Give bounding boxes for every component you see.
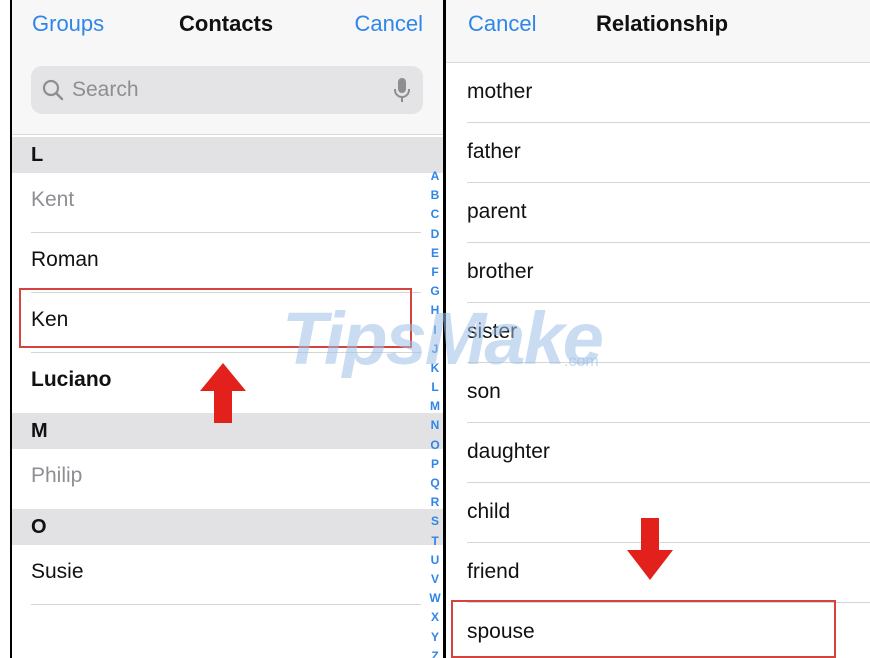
svg-text:.com: .com (564, 353, 599, 370)
groups-button[interactable]: Groups (32, 11, 104, 37)
down-arrow-icon (627, 518, 673, 580)
row-separator (31, 604, 421, 605)
svg-text:TipsMake: TipsMake (282, 298, 603, 378)
search-placeholder: Search (72, 78, 139, 101)
relationship-label: son (467, 380, 501, 403)
contact-row-philip[interactable]: Philip (12, 449, 443, 508)
index-letter-f[interactable]: F (427, 263, 443, 282)
index-letter-u[interactable]: U (427, 551, 443, 570)
index-letter-y[interactable]: Y (427, 628, 443, 647)
relationship-title: Relationship (596, 11, 729, 36)
section-letter: M (31, 420, 48, 442)
relationship-label: daughter (467, 440, 550, 463)
contact-name: Susie (31, 560, 84, 583)
contact-name: Kent (31, 188, 75, 211)
relationship-cancel-button[interactable]: Cancel (468, 11, 536, 37)
index-letter-v[interactable]: V (427, 570, 443, 589)
section-header-l: L (12, 137, 443, 173)
contact-name: Philip (31, 464, 83, 487)
index-letter-z[interactable]: Z (427, 647, 443, 658)
index-letter-w[interactable]: W (427, 589, 443, 608)
index-letter-o[interactable]: O (427, 436, 443, 455)
relationship-nav-bar: Cancel Relationship (446, 0, 870, 63)
index-letter-n[interactable]: N (427, 416, 443, 435)
index-letter-t[interactable]: T (427, 532, 443, 551)
index-letter-x[interactable]: X (427, 608, 443, 627)
index-letter-q[interactable]: Q (427, 474, 443, 493)
up-arrow-icon (200, 363, 246, 423)
relationship-item-father[interactable]: father (446, 123, 870, 183)
contacts-cancel-button[interactable]: Cancel (355, 11, 423, 37)
spouse-highlight-box (451, 600, 836, 658)
search-area: Search (12, 52, 443, 135)
watermark-logo: TipsMake .com (282, 298, 605, 378)
index-letter-a[interactable]: A (427, 167, 443, 186)
contact-row-susie[interactable]: Susie (12, 545, 443, 604)
index-letter-d[interactable]: D (427, 225, 443, 244)
section-letter: O (31, 516, 47, 538)
alphabet-index[interactable]: ABCDEFGHIJKLMNOPQRSTUVWXYZ (427, 167, 443, 658)
index-letter-l[interactable]: L (427, 378, 443, 397)
relationship-label: mother (467, 80, 533, 103)
relationship-label: father (467, 140, 521, 163)
search-input[interactable]: Search (31, 66, 423, 114)
relationship-label: friend (467, 560, 520, 583)
relationship-label: brother (467, 260, 534, 283)
contact-row-roman[interactable]: Roman (12, 233, 443, 292)
relationship-item-mother[interactable]: mother (446, 63, 870, 123)
relationship-label: child (467, 500, 511, 523)
search-icon (42, 79, 64, 101)
contact-row-kent[interactable]: Kent (12, 173, 443, 232)
section-letter: L (31, 144, 44, 166)
relationship-item-parent[interactable]: parent (446, 183, 870, 243)
contact-name: Luciano (31, 368, 112, 391)
index-letter-b[interactable]: B (427, 186, 443, 205)
index-letter-e[interactable]: E (427, 244, 443, 263)
relationship-item-brother[interactable]: brother (446, 243, 870, 303)
contacts-nav-bar: Groups Contacts Cancel (12, 0, 443, 52)
index-letter-c[interactable]: C (427, 205, 443, 224)
index-letter-s[interactable]: S (427, 512, 443, 531)
microphone-icon[interactable] (393, 77, 411, 103)
contacts-title: Contacts (179, 11, 274, 36)
section-header-o: O (12, 509, 443, 545)
contact-name: Roman (31, 248, 99, 271)
index-letter-p[interactable]: P (427, 455, 443, 474)
relationship-label: parent (467, 200, 527, 223)
index-letter-r[interactable]: R (427, 493, 443, 512)
index-letter-m[interactable]: M (427, 397, 443, 416)
relationship-item-daughter[interactable]: daughter (446, 423, 870, 483)
